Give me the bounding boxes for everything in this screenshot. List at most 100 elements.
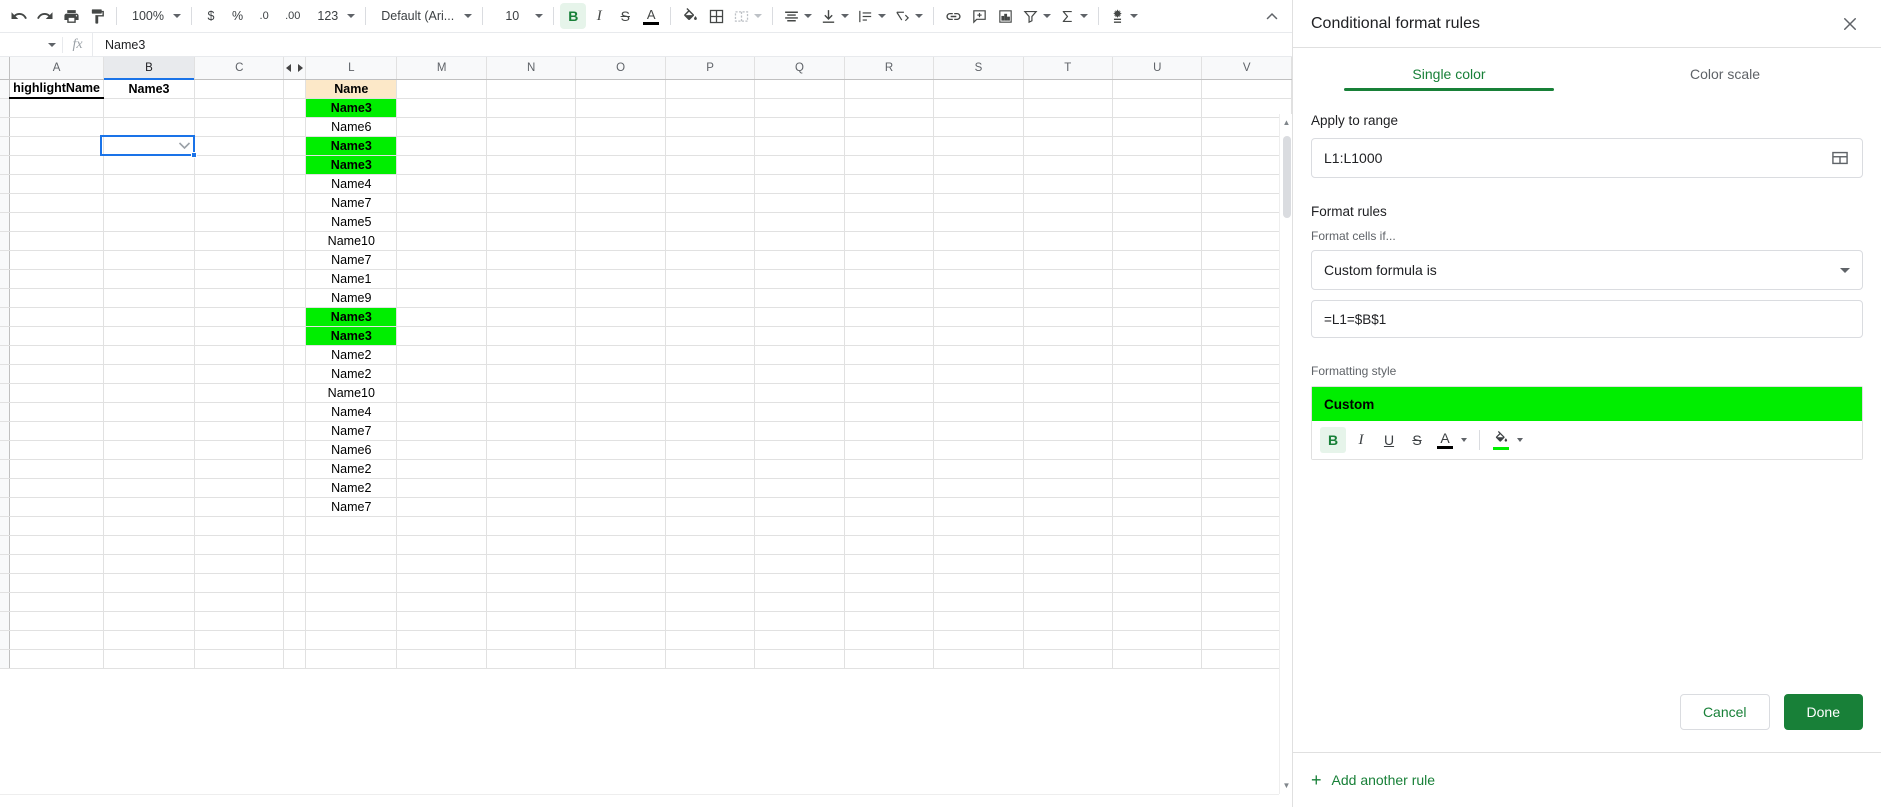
style-fill-color-button[interactable]: [1488, 427, 1514, 453]
cell-C28[interactable]: [194, 592, 285, 612]
cell-T15[interactable]: [1023, 345, 1114, 365]
cell-B20[interactable]: [103, 440, 196, 460]
cell-Q31[interactable]: [754, 649, 845, 669]
cell-R31[interactable]: [844, 649, 935, 669]
cell-L18[interactable]: Name4: [305, 402, 398, 422]
cell-S24[interactable]: [933, 516, 1024, 536]
cell-P18[interactable]: [665, 402, 756, 422]
cell-L16[interactable]: Name2: [305, 364, 398, 384]
currency-format-button[interactable]: $: [198, 3, 224, 29]
cell-T22[interactable]: [1023, 478, 1114, 498]
cell-L11[interactable]: Name1: [305, 269, 398, 289]
cell-P31[interactable]: [665, 649, 756, 669]
cell-U14[interactable]: [1112, 326, 1203, 346]
cell-P9[interactable]: [665, 231, 756, 251]
cell-A22[interactable]: [9, 478, 104, 498]
cell-A10[interactable]: [9, 250, 104, 270]
column-header-A[interactable]: A: [9, 57, 104, 80]
cell-S10[interactable]: [933, 250, 1024, 270]
cell-N3[interactable]: [486, 117, 577, 137]
cell-S28[interactable]: [933, 592, 1024, 612]
cell-A12[interactable]: [9, 288, 104, 308]
cell-U21[interactable]: [1112, 459, 1203, 479]
cell-T28[interactable]: [1023, 592, 1114, 612]
row-header[interactable]: [0, 516, 11, 536]
cell-R21[interactable]: [844, 459, 935, 479]
cell-U19[interactable]: [1112, 421, 1203, 441]
cell-O28[interactable]: [575, 592, 666, 612]
cell-N30[interactable]: [486, 630, 577, 650]
cell-N7[interactable]: [486, 193, 577, 213]
text-rotation-icon[interactable]: [890, 3, 927, 29]
cell-U20[interactable]: [1112, 440, 1203, 460]
cell-U7[interactable]: [1112, 193, 1203, 213]
cell-R28[interactable]: [844, 592, 935, 612]
cell-C11[interactable]: [194, 269, 285, 289]
apply-to-range-input[interactable]: L1:L1000: [1311, 138, 1863, 178]
cell-V1[interactable]: [1201, 79, 1292, 99]
cell-N22[interactable]: [486, 478, 577, 498]
cell-S25[interactable]: [933, 535, 1024, 555]
cell-U1[interactable]: [1112, 79, 1203, 99]
cell-N11[interactable]: [486, 269, 577, 289]
column-header-U[interactable]: U: [1112, 57, 1203, 80]
cell-A3[interactable]: [9, 117, 104, 137]
scroll-up-icon[interactable]: ▲: [1282, 118, 1291, 127]
cell-N25[interactable]: [486, 535, 577, 555]
cell-T10[interactable]: [1023, 250, 1114, 270]
cell-P8[interactable]: [665, 212, 756, 232]
row-header[interactable]: [0, 459, 11, 479]
cell-T18[interactable]: [1023, 402, 1114, 422]
cell-B24[interactable]: [103, 516, 196, 536]
cell-L22[interactable]: Name2: [305, 478, 398, 498]
cell-M19[interactable]: [396, 421, 487, 441]
cell-Q24[interactable]: [754, 516, 845, 536]
row-header[interactable]: [0, 421, 11, 441]
cell-P21[interactable]: [665, 459, 756, 479]
row-header[interactable]: [0, 554, 11, 574]
cell-O13[interactable]: [575, 307, 666, 327]
cell-B10[interactable]: [103, 250, 196, 270]
cell-S14[interactable]: [933, 326, 1024, 346]
cell-Q15[interactable]: [754, 345, 845, 365]
cell-P27[interactable]: [665, 573, 756, 593]
cell-U25[interactable]: [1112, 535, 1203, 555]
cell-B3[interactable]: [103, 117, 196, 137]
cell-O11[interactable]: [575, 269, 666, 289]
row-header[interactable]: [0, 402, 11, 422]
cell-S17[interactable]: [933, 383, 1024, 403]
cell-A6[interactable]: [9, 174, 104, 194]
cell-S18[interactable]: [933, 402, 1024, 422]
cell-B30[interactable]: [103, 630, 196, 650]
scroll-down-icon[interactable]: ▼: [1282, 781, 1291, 790]
cell-P3[interactable]: [665, 117, 756, 137]
column-header-Q[interactable]: Q: [754, 57, 845, 80]
cell-L25[interactable]: [305, 535, 398, 555]
cell-P10[interactable]: [665, 250, 756, 270]
cell-A1[interactable]: highlightName: [9, 79, 104, 99]
cell-C7[interactable]: [194, 193, 285, 213]
vertical-scroll-thumb[interactable]: [1283, 136, 1291, 218]
cell-C17[interactable]: [194, 383, 285, 403]
cell-O22[interactable]: [575, 478, 666, 498]
cell-B28[interactable]: [103, 592, 196, 612]
column-header-B[interactable]: B: [103, 57, 196, 80]
cell-C24[interactable]: [194, 516, 285, 536]
cell-B9[interactable]: [103, 231, 196, 251]
cell-U26[interactable]: [1112, 554, 1203, 574]
cell-S27[interactable]: [933, 573, 1024, 593]
cell-C21[interactable]: [194, 459, 285, 479]
cell-U28[interactable]: [1112, 592, 1203, 612]
cell-B8[interactable]: [103, 212, 196, 232]
cell-M5[interactable]: [396, 155, 487, 175]
row-header[interactable]: [0, 535, 11, 555]
cell-N9[interactable]: [486, 231, 577, 251]
row-header[interactable]: [0, 364, 11, 384]
cell-T23[interactable]: [1023, 497, 1114, 517]
cell-L21[interactable]: Name2: [305, 459, 398, 479]
cell-R20[interactable]: [844, 440, 935, 460]
cell-N18[interactable]: [486, 402, 577, 422]
cell-R11[interactable]: [844, 269, 935, 289]
cell-B25[interactable]: [103, 535, 196, 555]
cell-Q26[interactable]: [754, 554, 845, 574]
